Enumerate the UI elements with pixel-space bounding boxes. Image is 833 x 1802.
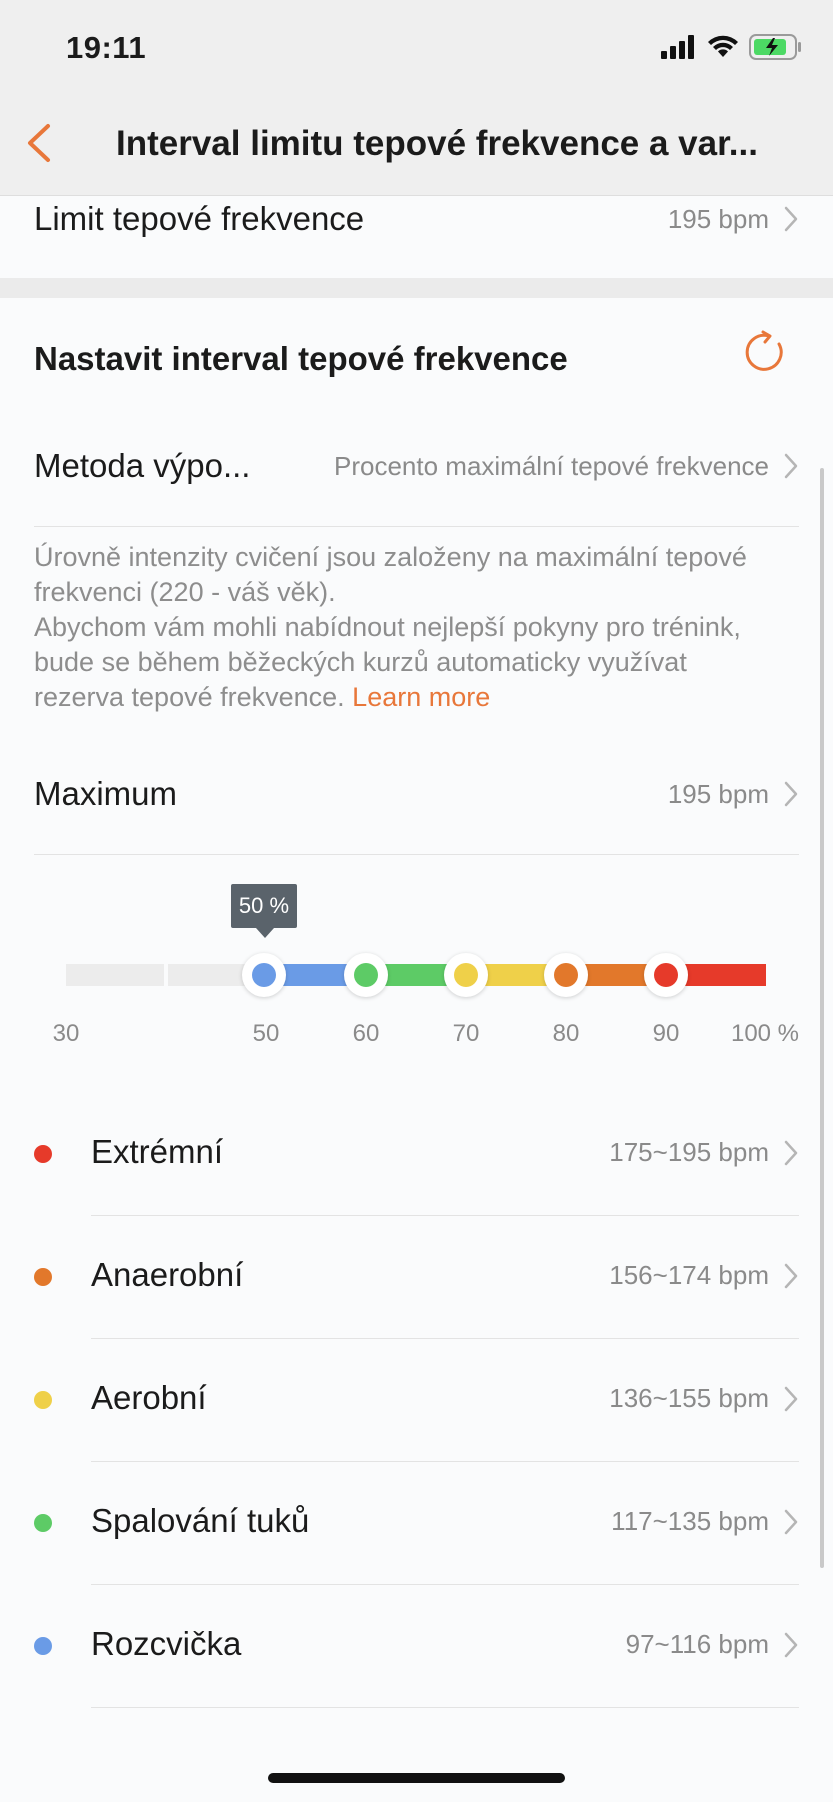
back-arrow-icon[interactable] (20, 118, 60, 168)
zone-slider: 50 % 30 50 60 70 80 90 100 % (0, 870, 833, 1050)
slider-handle-80[interactable] (544, 953, 588, 997)
chevron-right-icon (784, 1263, 798, 1288)
zone-range: 175~195 bpm (609, 1137, 769, 1167)
chevron-right-icon (784, 1509, 798, 1534)
section-title: Nastavit interval tepové frekvence (34, 340, 568, 377)
slider-handle-dot (354, 963, 378, 987)
zone-value: 175~195 bpm (609, 1137, 799, 1168)
section-separator (0, 278, 833, 298)
zone-value: 97~116 bpm (626, 1629, 799, 1660)
wifi-icon (708, 35, 738, 57)
tick-label: 70 (452, 1020, 480, 1047)
chevron-right-icon (784, 1386, 798, 1411)
zone-row-extreme[interactable]: Extrémní 175~195 bpm (0, 1093, 833, 1216)
zone-value: 117~135 bpm (611, 1506, 799, 1537)
battery-icon (749, 34, 801, 60)
nav-bar: Interval limitu tepové frekvence a var..… (0, 100, 833, 196)
tick-label: 100 % (730, 1020, 800, 1047)
zone-row-aerobic[interactable]: Aerobní 136~155 bpm (0, 1339, 833, 1462)
heart-rate-limit-label: Limit tepové frekvence (34, 200, 365, 237)
zone-row-warmup[interactable]: Rozcvička 97~116 bpm (0, 1585, 833, 1708)
zone-value: 156~174 bpm (609, 1260, 799, 1291)
heart-rate-limit-row[interactable]: Limit tepové frekvence 195 bpm (34, 196, 799, 242)
divider (34, 854, 799, 855)
zone-label: Spalování tuků (91, 1502, 310, 1539)
zone-color-dot (34, 1637, 52, 1655)
tick-label: 50 (252, 1020, 280, 1047)
slider-handle-50[interactable] (242, 953, 286, 997)
slider-handle-70[interactable] (444, 953, 488, 997)
slider-handle-dot (554, 963, 578, 987)
chevron-right-icon (784, 453, 798, 479)
zone-range: 97~116 bpm (625, 1629, 769, 1659)
maximum-label: Maximum (34, 775, 178, 812)
learn-more-link[interactable]: Learn more (352, 682, 490, 712)
tick-label: 80 (552, 1020, 580, 1047)
slider-tooltip: 50 % (231, 884, 297, 928)
description-line-1: Úrovně intenzity cvičení jsou založeny n… (34, 542, 747, 607)
slider-handle-dot (252, 963, 276, 987)
chevron-right-icon (784, 781, 798, 807)
zone-row-fat-burn[interactable]: Spalování tuků 117~135 bpm (0, 1462, 833, 1585)
slider-tooltip-tail (256, 928, 274, 938)
zone-label: Aerobní (91, 1379, 207, 1416)
tick-label: 60 (352, 1020, 380, 1047)
home-indicator[interactable] (268, 1773, 565, 1783)
zone-color-dot (34, 1145, 52, 1163)
calculation-method-label: Metoda výpo... (34, 447, 251, 484)
scrollbar[interactable] (820, 468, 824, 1568)
track-segment-inactive-1 (66, 964, 164, 986)
zone-label: Anaerobní (91, 1256, 244, 1293)
heart-rate-limit-value: 195 bpm (667, 203, 769, 234)
signal-icon (661, 35, 694, 59)
zone-row-anaerobic[interactable]: Anaerobní 156~174 bpm (0, 1216, 833, 1339)
slider-handle-dot (454, 963, 478, 987)
zone-range: 117~135 bpm (611, 1506, 769, 1536)
status-bar: 19:11 (0, 0, 833, 100)
zone-color-dot (34, 1514, 52, 1532)
zone-label: Extrémní (91, 1133, 224, 1170)
zone-value: 136~155 bpm (609, 1383, 799, 1414)
maximum-value: 195 bpm (667, 778, 769, 809)
zone-label: Rozcvička (91, 1625, 242, 1662)
divider (91, 1707, 799, 1708)
zone-range: 136~155 bpm (609, 1383, 769, 1413)
method-description: Úrovně intenzity cvičení jsou založeny n… (34, 540, 754, 715)
status-icons (661, 34, 803, 60)
chevron-right-icon (784, 1632, 798, 1657)
description-line-2: Abychom vám mohli nabídnout nejlepší pok… (34, 610, 754, 715)
slider-handle-dot (654, 963, 678, 987)
zone-color-dot (34, 1268, 52, 1286)
chevron-right-icon (784, 206, 798, 232)
reset-icon[interactable] (744, 330, 788, 374)
status-time: 19:11 (66, 30, 147, 65)
divider (34, 526, 799, 527)
tick-label: 90 (652, 1020, 680, 1047)
page-title: Interval limitu tepové frekvence a var..… (116, 124, 758, 163)
maximum-row[interactable]: Maximum 195 bpm (34, 770, 799, 818)
chevron-right-icon (784, 1140, 798, 1165)
slider-handle-90[interactable] (644, 953, 688, 997)
calculation-method-row[interactable]: Metoda výpo... Procento maximální tepové… (34, 442, 799, 490)
tick-label: 30 (52, 1020, 80, 1047)
zone-color-dot (34, 1391, 52, 1409)
calculation-method-value: Procento maximální tepové frekvence (334, 450, 769, 481)
zone-range: 156~174 bpm (609, 1260, 769, 1290)
slider-handle-60[interactable] (344, 953, 388, 997)
